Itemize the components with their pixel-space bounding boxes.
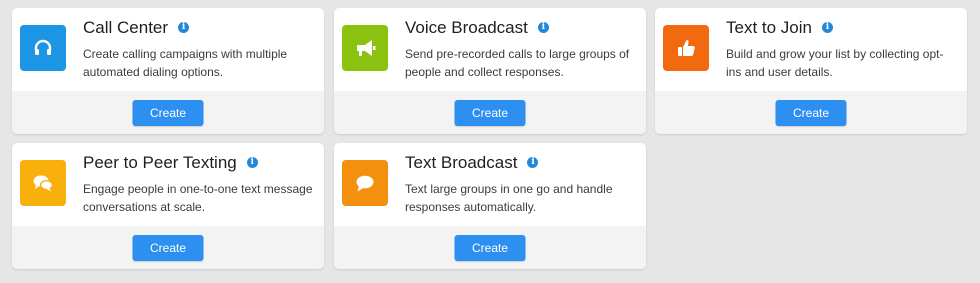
card-description: Send pre-recorded calls to large groups … [405,47,630,79]
text-broadcast-icon-tile [342,160,388,206]
campaign-card-text-to-join: Text to Join i Build and grow your list … [655,8,967,134]
create-text-broadcast-button[interactable]: Create [454,235,526,261]
card-footer: Create [12,226,324,269]
card-footer: Create [12,91,324,134]
chat-bubble-icon [356,175,374,192]
create-voice-broadcast-button[interactable]: Create [454,100,526,126]
info-icon[interactable]: i [246,156,258,168]
create-peer-to-peer-button[interactable]: Create [132,235,204,261]
card-title: Voice Broadcast [405,18,528,37]
info-icon[interactable]: i [178,21,190,33]
card-title: Text to Join [726,18,812,37]
card-description: Engage people in one-to-one text message… [83,182,313,214]
campaign-card-peer-to-peer-texting: Peer to Peer Texting i Engage people in … [12,143,324,269]
chat-bubbles-icon [33,175,54,192]
campaign-type-grid: Call Center i Create calling campaigns w… [0,0,980,283]
card-description: Text large groups in one go and handle r… [405,182,613,214]
info-icon[interactable]: i [822,21,833,33]
card-title: Call Center [83,18,169,37]
campaign-card-call-center: Call Center i Create calling campaigns w… [12,8,324,134]
card-description: Build and grow your list by collecting o… [726,47,944,79]
voice-broadcast-icon-tile [342,25,388,71]
peer-to-peer-icon-tile [20,160,66,206]
card-description: Create calling campaigns with multiple a… [83,47,288,79]
megaphone-icon [357,40,376,56]
create-call-center-button[interactable]: Create [132,100,204,126]
card-footer: Create [334,226,646,269]
card-footer: Create [334,91,646,134]
info-icon[interactable]: i [527,156,539,168]
headset-icon [34,39,52,55]
card-title: Peer to Peer Texting [83,153,237,172]
card-footer: Create [655,91,967,134]
campaign-card-voice-broadcast: Voice Broadcast i Send pre-recorded call… [334,8,646,134]
campaign-card-text-broadcast: Text Broadcast i Text large groups in on… [334,143,646,269]
thumbs-up-icon [678,40,695,56]
info-icon[interactable]: i [537,21,549,33]
text-to-join-icon-tile [663,25,709,71]
call-center-icon-tile [20,25,66,71]
create-text-to-join-button[interactable]: Create [775,100,847,126]
card-title: Text Broadcast [405,153,518,172]
